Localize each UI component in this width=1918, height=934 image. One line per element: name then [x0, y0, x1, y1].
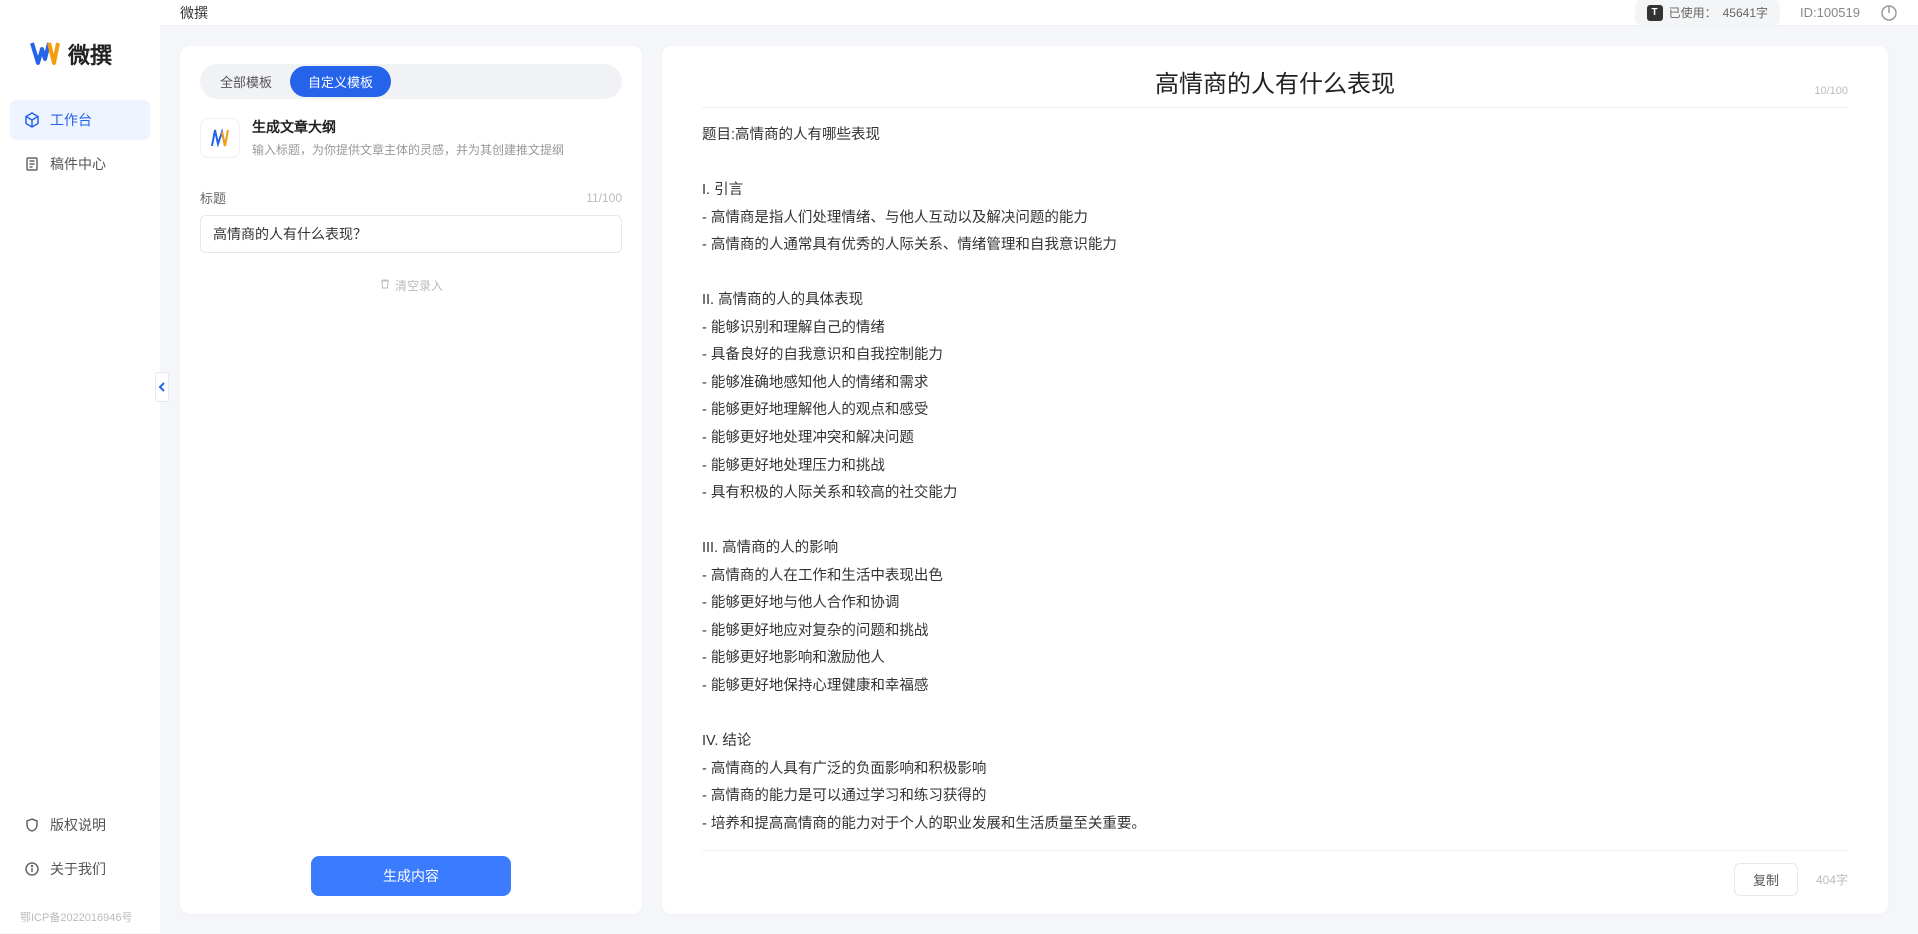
output-panel: 高情商的人有什么表现 10/100 题目:高情商的人有哪些表现 I. 引言 - … [662, 46, 1888, 914]
sidebar: 微撰 工作台 稿件中心 版权说明 关于我们 鄂ICP备2022016946号 [0, 0, 160, 933]
t-badge-icon: T [1647, 5, 1663, 21]
tool-card: 生成文章大纲 输入标题，为你提供文章主体的灵感，并为其创建推文提纲 [200, 117, 622, 158]
tool-icon [200, 118, 240, 158]
clear-input-button[interactable]: 清空录入 [200, 277, 622, 294]
nav-label: 关于我们 [50, 859, 106, 879]
page-title: 微撰 [180, 3, 208, 23]
word-count: 404字 [1816, 871, 1848, 888]
icp-text: 鄂ICP备2022016946号 [0, 903, 160, 933]
clear-label: 清空录入 [395, 277, 443, 294]
usage-value: 45641字 [1723, 4, 1768, 21]
user-id: ID:100519 [1800, 5, 1860, 20]
shield-icon [24, 817, 40, 833]
title-input[interactable] [200, 215, 622, 253]
tool-desc: 输入标题，为你提供文章主体的灵感，并为其创建推文提纲 [252, 141, 564, 158]
doc-icon [24, 156, 40, 172]
tool-name: 生成文章大纲 [252, 117, 564, 137]
nav-label: 稿件中心 [50, 154, 106, 174]
title-field-counter: 11/100 [586, 191, 622, 205]
copy-button[interactable]: 复制 [1734, 863, 1798, 896]
sidebar-bottom: 版权说明 关于我们 [0, 795, 160, 903]
template-tabs: 全部模板 自定义模板 [200, 64, 622, 99]
nav-about[interactable]: 关于我们 [10, 849, 150, 889]
generate-button[interactable]: 生成内容 [311, 856, 511, 896]
nav-label: 版权说明 [50, 815, 106, 835]
power-icon[interactable] [1880, 4, 1898, 22]
logo-text: 微撰 [68, 38, 112, 70]
info-icon [24, 861, 40, 877]
nav-copyright[interactable]: 版权说明 [10, 805, 150, 845]
trash-icon [379, 278, 391, 293]
usage-prefix: 已使用： [1669, 4, 1717, 21]
sidebar-collapse-handle[interactable] [155, 372, 169, 402]
cube-icon [24, 112, 40, 128]
input-panel: 全部模板 自定义模板 生成文章大纲 输入标题，为你提供文章主体的灵感，并为其创建… [180, 46, 642, 914]
nav-label: 工作台 [50, 110, 92, 130]
usage-badge[interactable]: T 已使用： 45641字 [1635, 0, 1780, 25]
divider [702, 107, 1848, 108]
title-field-label: 标题 [200, 188, 226, 207]
logo-icon [30, 41, 60, 67]
nav: 工作台 稿件中心 [0, 100, 160, 795]
logo: 微撰 [0, 20, 160, 100]
nav-drafts[interactable]: 稿件中心 [10, 144, 150, 184]
tab-custom-templates[interactable]: 自定义模板 [290, 66, 391, 97]
output-body: 题目:高情商的人有哪些表现 I. 引言 - 高情商是指人们处理情绪、与他人互动以… [702, 122, 1848, 838]
output-title-counter: 10/100 [1814, 85, 1848, 97]
output-title: 高情商的人有什么表现 [1155, 64, 1395, 99]
nav-workbench[interactable]: 工作台 [10, 100, 150, 140]
tab-all-templates[interactable]: 全部模板 [202, 66, 290, 97]
topbar: 微撰 T 已使用： 45641字 ID:100519 [160, 0, 1918, 26]
